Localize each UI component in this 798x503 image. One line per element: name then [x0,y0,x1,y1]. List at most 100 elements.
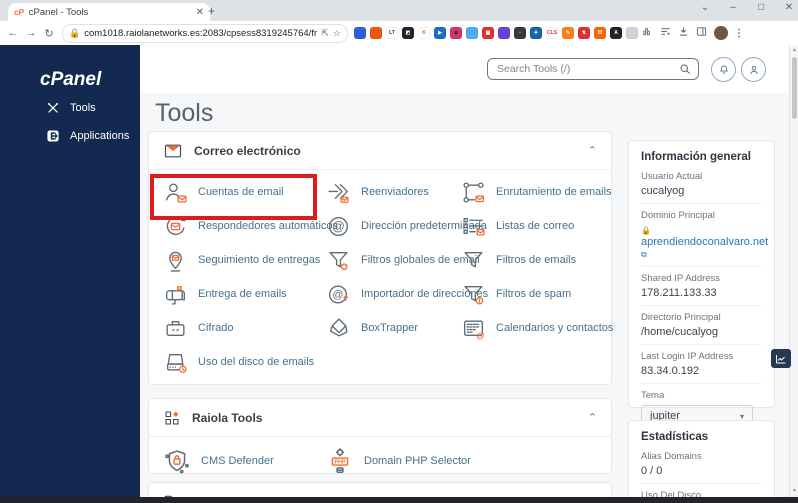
tab-close-icon[interactable]: ✕ [196,7,204,18]
extensions-row: LT ◩ K ▶ ◉ ▦ ● ✛ CLS ✎ ⇅ ᗢ A [354,27,642,39]
extension-icon-6[interactable]: ▶ [434,27,446,39]
scrollbar-thumb[interactable] [791,57,797,119]
side-panel-icon[interactable] [696,26,707,40]
media-queue-icon[interactable] [660,26,671,40]
email-section-header[interactable]: Correo electrónico ⌃ [149,132,611,170]
raiola-section-card: Raiola Tools ⌃ CMS Defender PHP Domain P… [148,398,612,474]
share-icon[interactable]: ⇱ [321,28,329,39]
extension-icon-2[interactable] [370,27,382,39]
disk-usage-icon [167,353,187,373]
browser-tab[interactable]: cP cPanel - Tools ✕ [8,3,210,21]
extension-icon-9[interactable]: ▦ [482,27,494,39]
primary-domain-link[interactable]: 🔒 aprendiendoconalvaro.net ⧉ [641,224,768,260]
raiola-section-header[interactable]: Raiola Tools ⌃ [149,399,611,437]
cpanel-logo: cPanel [40,69,102,90]
minimize-button[interactable]: – [722,2,744,13]
search-input[interactable] [495,62,679,76]
downloads-icon[interactable] [678,26,689,40]
url-text[interactable]: com1018.raiolanetworks.es:2083/cpsess831… [84,28,317,39]
extension-icon-18[interactable] [626,27,638,39]
collapse-chevron-icon[interactable]: ⌃ [588,411,597,424]
user-menu-button[interactable] [741,57,766,82]
tool-item-calendarios[interactable]: @ Calendarios y contactos [461,311,613,345]
sidebar-item-label: Tools [70,102,96,114]
extension-icon-7[interactable]: ◉ [450,27,462,39]
back-icon[interactable]: ← [4,27,22,39]
stats-toggle-button[interactable] [771,349,791,368]
track-delivery-icon [169,251,182,272]
svg-text:@: @ [476,330,484,340]
extension-icon-8[interactable] [466,27,478,39]
address-importer-icon: @ [328,284,349,304]
cpanel-sidebar: cPanel Tools Applications [0,45,140,503]
tool-item-entrega[interactable]: Entrega de emails [163,277,326,311]
profile-avatar[interactable] [714,26,728,40]
info-field-shared-ip: Shared IP Address 178.211.133.33 [641,267,762,306]
statistics-card: Estadísticas Alias Domains 0 / 0 Uso Del… [628,420,775,497]
archivos-section-header[interactable]: Archivos ⌃ [149,483,611,497]
tool-item-filtros-spam[interactable]: Filtros de spam [461,277,613,311]
extensions-puzzle-icon[interactable] [642,26,653,40]
extension-icon-10[interactable] [498,27,510,39]
extension-icon-17[interactable]: A [610,27,622,39]
extension-icon-14[interactable]: ✎ [562,27,574,39]
scroll-up-icon[interactable]: ▲ [790,47,798,53]
email-deliverability-icon [165,285,186,305]
cms-defender-icon [165,450,189,474]
chart-icon [776,354,786,363]
collapse-chevron-icon[interactable]: ⌃ [588,144,597,157]
main-content: Tools Correo electrónico ⌃ Cuentas de em… [140,93,789,497]
extension-icon-5[interactable]: K [418,27,430,39]
chrome-more-icon[interactable]: ⌄ [694,2,716,13]
stats-panel-title: Estadísticas [641,431,709,443]
tool-item-direccion-predeterminada[interactable]: @ Dirección predeterminada [326,209,487,243]
sidebar-item-tools[interactable]: Tools [0,95,140,121]
section-title: Raiola Tools [192,410,263,425]
tool-item-uso-disco[interactable]: Uso del disco de emails [163,345,326,379]
notifications-button[interactable] [711,57,736,82]
highlight-box [150,174,317,220]
close-button[interactable]: ✕ [778,2,798,13]
taskbar-edge [0,497,798,503]
stats-field-alias: Alias Domains 0 / 0 [641,445,762,484]
extension-icon-13[interactable]: CLS [546,27,558,39]
extension-icon-4[interactable]: ◩ [402,27,414,39]
sidebar-item-applications[interactable]: Applications [0,123,140,149]
search-box[interactable] [487,58,699,80]
extension-icon-12[interactable]: ✛ [530,27,542,39]
forward-icon[interactable]: → [22,27,40,39]
page-title: Tools [155,99,214,127]
reload-icon[interactable]: ↻ [40,27,58,40]
global-filters-icon [329,251,348,270]
maximize-button[interactable]: ▢ [750,2,772,11]
tool-item-filtros-globales[interactable]: Filtros globales de email [326,243,480,277]
tool-item-listas-de-correo[interactable]: Listas de correo [461,209,613,243]
tool-item-importador[interactable]: @ Importador de direcciones [326,277,488,311]
email-routing-icon [463,181,485,203]
default-address-icon: @ [328,216,349,236]
spam-filters-icon [464,285,484,304]
extension-icon-15[interactable]: ⇅ [578,27,590,39]
tab-title: cPanel - Tools [28,6,89,18]
bookmark-star-icon[interactable]: ☆ [333,28,341,39]
scroll-down-icon[interactable]: ▼ [790,488,798,494]
extension-icon-3[interactable]: LT [386,27,398,39]
encryption-icon [166,320,185,336]
tool-item-filtros-de-emails[interactable]: Filtros de emails [461,243,613,277]
extension-icon-16[interactable]: ᗢ [594,27,606,39]
extension-icon-11[interactable]: ● [514,27,526,39]
svg-text:PHP: PHP [334,459,345,465]
extension-icon-1[interactable] [354,27,366,39]
tool-item-boxtrapper[interactable]: BoxTrapper [326,311,461,345]
new-tab-button[interactable]: + [208,4,215,18]
page-scrollbar[interactable]: ▲ ▼ [789,45,798,497]
tool-item-enrutamiento[interactable]: Enrutamiento de emails [461,175,613,209]
tool-item-php-selector[interactable]: PHP Domain PHP Selector [326,442,471,480]
tool-item-cifrado[interactable]: Cifrado [163,311,326,345]
address-bar[interactable]: 🔒 com1018.raiolanetworks.es:2083/cpsess8… [62,23,348,43]
tool-item-reenviadores[interactable]: Reenviadores [326,175,461,209]
applications-icon [47,130,59,142]
tool-item-cms-defender[interactable]: CMS Defender [163,442,326,480]
browser-menu-icon[interactable]: ⋮ [734,28,744,39]
tool-item-seguimiento[interactable]: Seguimiento de entregas [163,243,326,277]
